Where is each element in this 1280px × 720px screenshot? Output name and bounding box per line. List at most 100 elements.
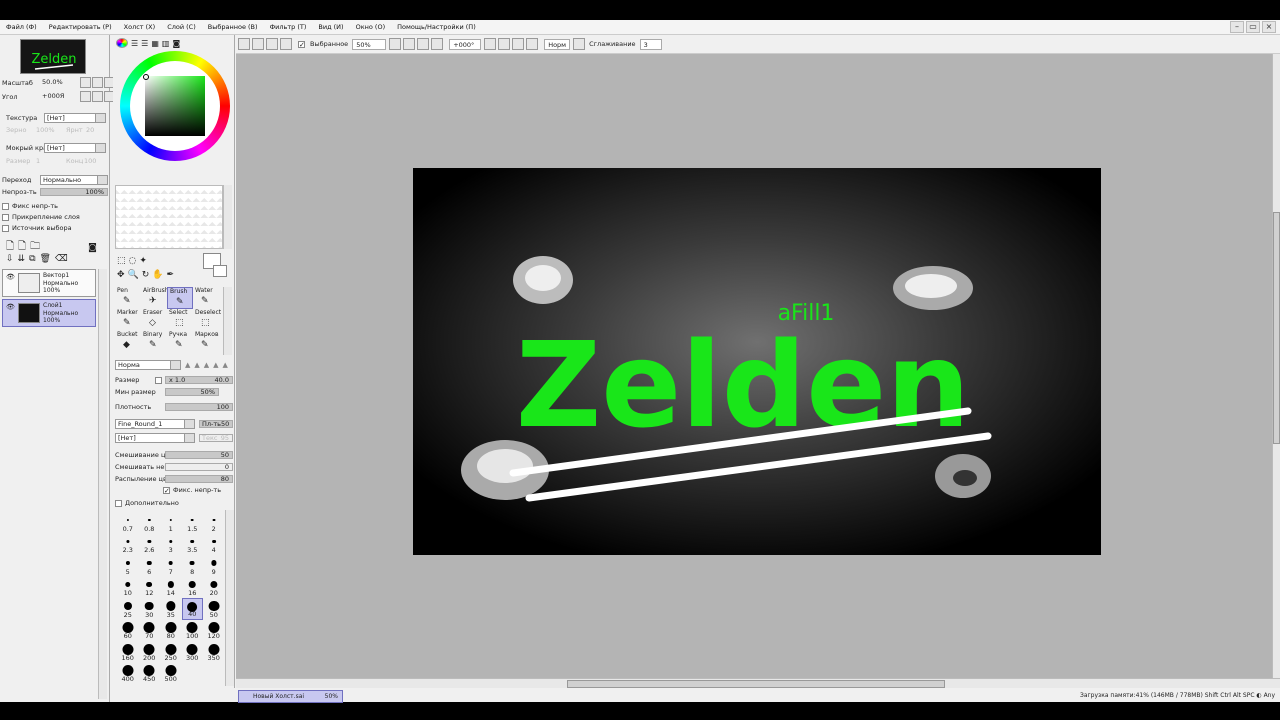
layer-vector1[interactable]: 👁 Вектор1 Нормально 100% bbox=[2, 269, 96, 297]
zoom-icon[interactable]: 🔍 bbox=[128, 270, 139, 280]
hand-icon[interactable]: ✋ bbox=[152, 270, 163, 280]
deselect-button[interactable] bbox=[266, 38, 278, 50]
canvas-workspace[interactable]: Zelden aFill1 bbox=[236, 54, 1272, 678]
layer-scrollbar[interactable] bbox=[98, 269, 107, 699]
flip-tb-button[interactable] bbox=[526, 38, 539, 50]
brush-tip-icons[interactable]: ▲▲▲▲▲ bbox=[185, 361, 232, 369]
transfer-down-icon[interactable]: ⇩ bbox=[6, 254, 14, 264]
menu-edit[interactable]: Редактировать (Р) bbox=[49, 23, 112, 31]
minimize-button[interactable]: – bbox=[1230, 21, 1244, 33]
brush-size-cell[interactable]: 30 bbox=[139, 598, 161, 620]
canvas-vscroll-thumb[interactable] bbox=[1273, 212, 1280, 444]
brush-texture2-dropdown[interactable]: [Нет] bbox=[115, 433, 195, 443]
brush-size-cell[interactable]: 2.6 bbox=[139, 534, 161, 556]
brush-texture-strength[interactable]: Пл-ть 50 bbox=[199, 420, 233, 428]
menu-view[interactable]: Вид (И) bbox=[318, 23, 343, 31]
hsv-slider-tab-icon[interactable]: ☰ bbox=[141, 39, 148, 48]
tool-marker[interactable]: Marker ✎ bbox=[115, 309, 141, 331]
brush-shape-dropdown[interactable]: Норма bbox=[115, 360, 181, 370]
texture-dropdown[interactable]: [Нет] bbox=[44, 113, 106, 123]
rotate-left-button[interactable] bbox=[80, 91, 91, 102]
menu-layer[interactable]: Слой (С) bbox=[167, 23, 196, 31]
brush-size-cell[interactable]: 4 bbox=[203, 534, 225, 556]
tool-binary[interactable]: Binary ✎ bbox=[141, 331, 167, 353]
zoom-value[interactable]: 50.0% bbox=[40, 78, 66, 87]
menu-file[interactable]: Файл (Ф) bbox=[6, 23, 37, 31]
clear-layer-icon[interactable]: ⌫ bbox=[55, 254, 68, 264]
zoom-in-tb-button[interactable] bbox=[403, 38, 416, 50]
tool-brush[interactable]: Brush ✎ bbox=[167, 287, 193, 309]
brush-size-slider[interactable]: x 1.0 40.0 bbox=[165, 376, 233, 384]
redo-button[interactable] bbox=[252, 38, 264, 50]
min-size-slider[interactable]: 50% bbox=[165, 388, 219, 396]
color-wheel[interactable] bbox=[120, 51, 230, 161]
mix-slider[interactable]: 50 bbox=[165, 451, 233, 459]
stabilizer-mode-field[interactable]: Норм bbox=[544, 38, 571, 50]
custom-tab-icon[interactable]: ◙ bbox=[172, 39, 180, 48]
visibility-eye-icon[interactable]: 👁 bbox=[6, 303, 15, 312]
rect-select-icon[interactable]: ⬚ bbox=[117, 256, 126, 266]
canvas-hscroll-thumb[interactable] bbox=[567, 680, 945, 688]
angle-value[interactable]: +000Я bbox=[40, 92, 66, 101]
secondary-color-swatch[interactable] bbox=[213, 265, 227, 277]
extra-row[interactable]: Дополнительно bbox=[115, 499, 179, 507]
rotate-ccw-tb-button[interactable] bbox=[484, 38, 497, 50]
brush-size-cell[interactable]: 16 bbox=[182, 577, 204, 599]
visibility-eye-icon[interactable]: 👁 bbox=[6, 273, 15, 282]
brush-size-cell[interactable]: 80 bbox=[160, 620, 182, 642]
brush-size-cell[interactable]: 350 bbox=[203, 641, 225, 663]
merge-down-icon[interactable]: ⇊ bbox=[18, 254, 26, 264]
brush-fix-opacity-checkbox[interactable] bbox=[163, 486, 170, 494]
smoothing-field[interactable]: 3 bbox=[639, 38, 662, 50]
brush-size-cell[interactable]: 25 bbox=[117, 598, 139, 620]
tool-water[interactable]: Water ✎ bbox=[193, 287, 219, 309]
brush-size-cell[interactable]: 250 bbox=[160, 641, 182, 663]
opacity-slider[interactable]: 100% bbox=[40, 188, 108, 196]
zoom-in-button[interactable] bbox=[92, 77, 103, 88]
opt-clip-layer[interactable]: Прикрепление слоя bbox=[2, 213, 80, 221]
rotate-icon[interactable]: ↻ bbox=[142, 270, 150, 280]
show-selection-checkbox[interactable] bbox=[298, 40, 305, 48]
zoom-out-button[interactable] bbox=[80, 77, 91, 88]
tool-airbrush[interactable]: AirBrush ✈ bbox=[141, 287, 169, 309]
canvas-vscrollbar[interactable] bbox=[1272, 54, 1280, 678]
brush-size-cell[interactable]: 40 bbox=[181, 598, 203, 620]
invert-button[interactable] bbox=[280, 38, 292, 50]
tool-select[interactable]: Select ⬚ bbox=[167, 309, 193, 331]
layer-layer1[interactable]: 👁 Слой1 Нормально 100% bbox=[2, 299, 96, 327]
swatches-tab-icon[interactable]: ▦ bbox=[151, 39, 159, 48]
brush-size-cell[interactable]: 500 bbox=[160, 663, 182, 685]
brush-size-cell[interactable]: 120 bbox=[203, 620, 225, 642]
close-button[interactable]: × bbox=[1262, 21, 1276, 33]
opt-selection-source[interactable]: Источник выбора bbox=[2, 224, 72, 232]
file-tab[interactable]: Новый Холст.sai 50% bbox=[238, 690, 343, 703]
zoom-out-tb-button[interactable] bbox=[389, 38, 402, 50]
menu-selection[interactable]: Выбранное (В) bbox=[208, 23, 258, 31]
spray-slider[interactable]: 80 bbox=[165, 475, 233, 483]
tool-deselect[interactable]: Deselect ⬚ bbox=[193, 309, 221, 331]
tool-bucket[interactable]: Bucket ◆ bbox=[115, 331, 141, 353]
maximize-button[interactable]: ▭ bbox=[1246, 21, 1260, 33]
zoom-fit-tb-button[interactable] bbox=[417, 38, 430, 50]
menu-canvas[interactable]: Холст (Х) bbox=[124, 23, 156, 31]
fix-opacity-checkbox[interactable] bbox=[2, 202, 9, 210]
brush-size-cell[interactable]: 2 bbox=[203, 512, 225, 534]
angle-field[interactable]: +000° bbox=[449, 38, 482, 50]
tool-марков[interactable]: Марков ✎ bbox=[193, 331, 219, 353]
brush-size-cell[interactable]: 6 bbox=[139, 555, 161, 577]
selection-source-checkbox[interactable] bbox=[2, 224, 9, 232]
brush-size-cell[interactable]: 1 bbox=[160, 512, 182, 534]
brush-size-cell[interactable]: 60 bbox=[117, 620, 139, 642]
layer-mask-icon[interactable]: ◙ bbox=[88, 243, 97, 253]
menu-help[interactable]: Помощь/Настройки (П) bbox=[397, 23, 476, 31]
canvas-hscrollbar[interactable] bbox=[236, 678, 1280, 688]
brush-size-cell[interactable]: 35 bbox=[160, 598, 182, 620]
brush-size-cell[interactable]: 8 bbox=[182, 555, 204, 577]
tool-pen[interactable]: Pen ✎ bbox=[115, 287, 141, 309]
brush-size-cell[interactable]: 160 bbox=[117, 641, 139, 663]
brush-size-cell[interactable]: 0.8 bbox=[139, 512, 161, 534]
brush-grid-scrollbar[interactable] bbox=[225, 510, 234, 686]
brush-size-cell[interactable]: 5 bbox=[117, 555, 139, 577]
rotate-cw-tb-button[interactable] bbox=[498, 38, 511, 50]
scratchpad-tab-icon[interactable]: ▥ bbox=[162, 39, 170, 48]
